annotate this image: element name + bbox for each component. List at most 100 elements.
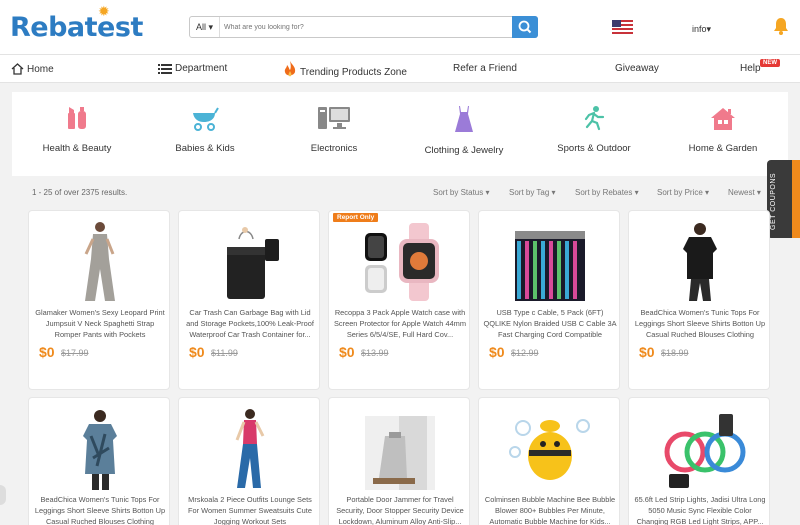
logo-text: Rebatest — [10, 12, 143, 43]
product-title[interactable]: 65.6ft Led Strip Lights, Jadisi Ultra Lo… — [633, 494, 767, 525]
home-icon — [11, 63, 24, 75]
product-title[interactable]: Mrskoala 2 Piece Outfits Lounge Sets For… — [183, 494, 317, 525]
led-strip-image — [664, 414, 746, 488]
product-title[interactable]: Car Trash Can Garbage Bag with Lid and S… — [183, 307, 317, 340]
product-card[interactable]: USB Type c Cable, 5 Pack (6FT) QQLIKE Ny… — [478, 210, 620, 390]
category-bar: Health & Beauty Babies & Kids Electronic… — [12, 92, 788, 176]
black-tunic-image — [683, 223, 717, 301]
product-card[interactable]: Recoppa 3 Pack Apple Watch case with Scr… — [328, 210, 470, 390]
top-header: Rebatest ✹ All ▾ info▾ — [0, 0, 800, 54]
search-bar: All ▾ — [189, 16, 538, 38]
category-label: Clothing & Jewelry — [424, 145, 504, 156]
product-old-price: $11.99 — [211, 348, 238, 358]
printed-tunic-image — [83, 410, 117, 490]
scroll-left-handle[interactable] — [0, 485, 6, 505]
product-old-price: $12.99 — [511, 348, 539, 358]
category-label: Sports & Outdoor — [557, 143, 631, 154]
bell-icon[interactable] — [773, 16, 789, 36]
results-count: 1 - 25 of over 2375 results. — [32, 188, 128, 197]
jumpsuit-image — [84, 222, 115, 301]
door-jammer-image — [365, 416, 435, 490]
search-icon — [518, 20, 532, 34]
main-nav: Home Department Trending Products Zone R… — [0, 54, 800, 83]
get-coupons-tab[interactable]: GET COUPONS — [767, 160, 800, 238]
trash-can-image — [227, 227, 279, 299]
nav-help[interactable]: Help — [740, 63, 761, 74]
category-label: Home & Garden — [688, 143, 758, 154]
product-card[interactable]: Car Trash Can Garbage Bag with Lid and S… — [178, 210, 320, 390]
nav-refer[interactable]: Refer a Friend — [453, 63, 517, 74]
lipstick-icon — [68, 107, 86, 129]
sort-label: Sort by Tag — [509, 188, 550, 197]
product-old-price: $18.99 — [661, 348, 689, 358]
product-title[interactable]: USB Type c Cable, 5 Pack (6FT) QQLIKE Ny… — [483, 307, 617, 340]
product-card[interactable]: Glamaker Women's Sexy Leopard Print Jump… — [28, 210, 170, 390]
nav-department[interactable]: Department — [158, 63, 227, 74]
product-title[interactable]: Glamaker Women's Sexy Leopard Print Jump… — [33, 307, 167, 340]
category-clothing-jewelry[interactable]: Clothing & Jewelry — [399, 105, 529, 156]
product-price: $0 — [489, 344, 505, 360]
sort-by-status[interactable]: Sort by Status ▾ — [433, 188, 490, 197]
usb-cable-image — [515, 231, 585, 301]
sort-by-price[interactable]: Sort by Price ▾ — [657, 188, 709, 197]
category-sports-outdoor[interactable]: Sports & Outdoor — [529, 105, 659, 154]
product-title[interactable]: Colminsen Bubble Machine Bee Bubble Blow… — [483, 494, 617, 525]
product-price: $0 — [39, 344, 55, 360]
product-title[interactable]: Portable Door Jammer for Travel Security… — [333, 494, 467, 525]
category-label: Electronics — [310, 143, 358, 154]
nav-trending-label: Trending Products Zone — [300, 67, 407, 78]
product-price: $0 — [189, 344, 205, 360]
category-electronics[interactable]: Electronics — [269, 105, 399, 154]
search-input[interactable] — [224, 18, 504, 36]
get-coupons-label: GET COUPONS — [770, 172, 777, 230]
category-health-beauty[interactable]: Health & Beauty — [12, 105, 142, 154]
nav-home[interactable]: Home — [11, 63, 54, 75]
category-label: Health & Beauty — [42, 143, 112, 154]
watch-case-image — [365, 223, 439, 301]
sort-by-rebates[interactable]: Sort by Rebates ▾ — [575, 188, 639, 197]
product-card[interactable]: Mrskoala 2 Piece Outfits Lounge Sets For… — [178, 397, 320, 525]
sort-label: Sort by Price — [657, 188, 703, 197]
product-card[interactable]: BeadChica Women's Tunic Tops For Legging… — [628, 210, 770, 390]
sort-label: Sort by Status — [433, 188, 484, 197]
account-label: info — [692, 24, 707, 34]
product-card[interactable]: Portable Door Jammer for Travel Security… — [328, 397, 470, 525]
stroller-icon — [193, 107, 219, 131]
us-flag-icon[interactable] — [612, 20, 633, 34]
bubble-bee-image — [509, 419, 590, 480]
sort-newest[interactable]: Newest ▾ — [728, 188, 761, 197]
category-babies-kids[interactable]: Babies & Kids — [140, 105, 270, 154]
house-icon — [711, 108, 735, 130]
dress-icon — [455, 106, 473, 132]
product-title[interactable]: BeadChica Women's Tunic Tops For Legging… — [33, 494, 167, 525]
nav-department-label: Department — [175, 63, 228, 74]
workout-set-image — [235, 409, 265, 488]
search-category-select[interactable]: All ▾ — [190, 17, 220, 37]
caret-down-icon: ▾ — [706, 24, 712, 34]
nav-trending[interactable]: Trending Products Zone — [283, 60, 407, 78]
product-card[interactable]: 65.6ft Led Strip Lights, Jadisi Ultra Lo… — [628, 397, 770, 525]
account-menu[interactable]: info▾ — [692, 24, 711, 35]
search-button[interactable] — [512, 16, 538, 38]
product-price: $0 — [339, 344, 355, 360]
category-home-garden[interactable]: Home & Garden — [658, 105, 788, 154]
search-category-value: All — [195, 22, 206, 32]
new-badge: NEW — [760, 59, 780, 67]
product-price: $0 — [639, 344, 655, 360]
product-card[interactable]: BeadChica Women's Tunic Tops For Legging… — [28, 397, 170, 525]
nav-home-label: Home — [27, 64, 54, 75]
product-card[interactable]: Colminsen Bubble Machine Bee Bubble Blow… — [478, 397, 620, 525]
sort-by-tag[interactable]: Sort by Tag ▾ — [509, 188, 556, 197]
computer-icon — [318, 107, 350, 129]
logo[interactable]: Rebatest ✹ — [10, 4, 143, 43]
product-title[interactable]: Recoppa 3 Pack Apple Watch case with Scr… — [333, 307, 467, 340]
sort-label: Newest — [728, 188, 755, 197]
product-title[interactable]: BeadChica Women's Tunic Tops For Legging… — [633, 307, 767, 340]
runner-icon — [584, 106, 605, 131]
sort-label: Sort by Rebates — [575, 188, 633, 197]
nav-giveaway[interactable]: Giveaway — [615, 63, 659, 74]
coupon-stripe — [792, 160, 800, 238]
product-old-price: $13.99 — [361, 348, 389, 358]
fire-icon — [284, 61, 296, 77]
sun-icon: ✹ — [98, 4, 110, 20]
